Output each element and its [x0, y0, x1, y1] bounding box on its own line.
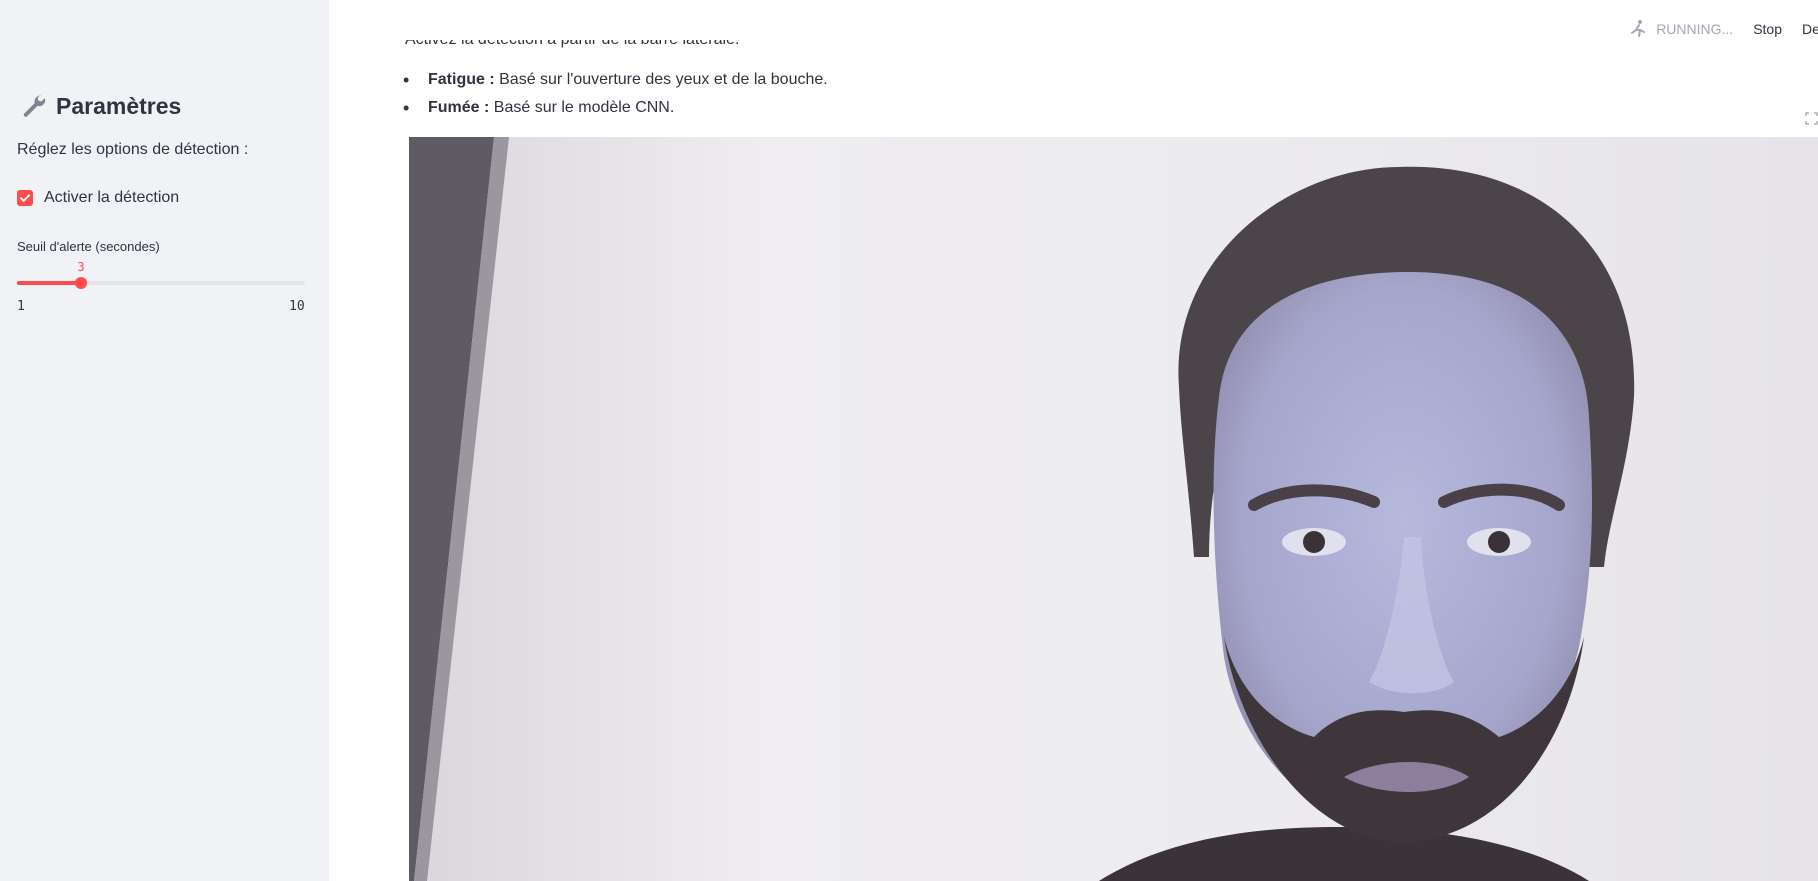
- stop-button[interactable]: Stop: [1753, 21, 1782, 37]
- feature-name: Fumée :: [428, 99, 490, 116]
- running-figure-icon: [1631, 20, 1646, 37]
- slider-min: 1: [17, 299, 25, 314]
- slider-value: 3: [77, 260, 85, 274]
- sidebar-title: Paramètres: [20, 90, 181, 122]
- alert-threshold-slider[interactable]: [17, 277, 305, 289]
- wrench-icon: [23, 94, 46, 117]
- fullscreen-icon[interactable]: [1805, 112, 1818, 125]
- sidebar: Paramètres Réglez les options de détecti…: [0, 0, 329, 881]
- slider-fill: [17, 281, 81, 285]
- sidebar-title-text: Paramètres: [56, 92, 182, 119]
- list-item: Fatigue : Basé sur l'ouverture des yeux …: [403, 67, 828, 95]
- webcam-video-feed: [409, 137, 1818, 881]
- slider-thumb[interactable]: [74, 277, 87, 289]
- webcam-frame-image: [409, 137, 1818, 881]
- slider-label: Seuil d'alerte (secondes): [17, 239, 160, 254]
- list-item: Fumée : Basé sur le modèle CNN.: [403, 95, 828, 123]
- checkbox-checked-icon[interactable]: [17, 190, 33, 206]
- feature-desc: Basé sur le modèle CNN.: [489, 99, 675, 116]
- enable-detection-checkbox[interactable]: Activer la détection: [17, 189, 179, 207]
- instruction-text: Activez la détection à partir de la barr…: [405, 40, 739, 48]
- running-status-text: RUNNING...: [1656, 21, 1734, 37]
- checkbox-label: Activer la détection: [44, 189, 180, 206]
- feature-list: Fatigue : Basé sur l'ouverture des yeux …: [403, 67, 828, 123]
- app-header: RUNNING... Stop Deploy: [1258, 0, 1818, 58]
- feature-desc: Basé sur l'ouverture des yeux et de la b…: [494, 71, 828, 88]
- deploy-button[interactable]: Deploy: [1802, 21, 1818, 37]
- sidebar-subtitle: Réglez les options de détection :: [17, 141, 249, 158]
- feature-name: Fatigue :: [428, 71, 495, 88]
- slider-max: 10: [289, 299, 305, 314]
- instruction-line-cut: Activez la détection à partir de la barr…: [405, 40, 739, 58]
- running-status: RUNNING...: [1628, 19, 1733, 39]
